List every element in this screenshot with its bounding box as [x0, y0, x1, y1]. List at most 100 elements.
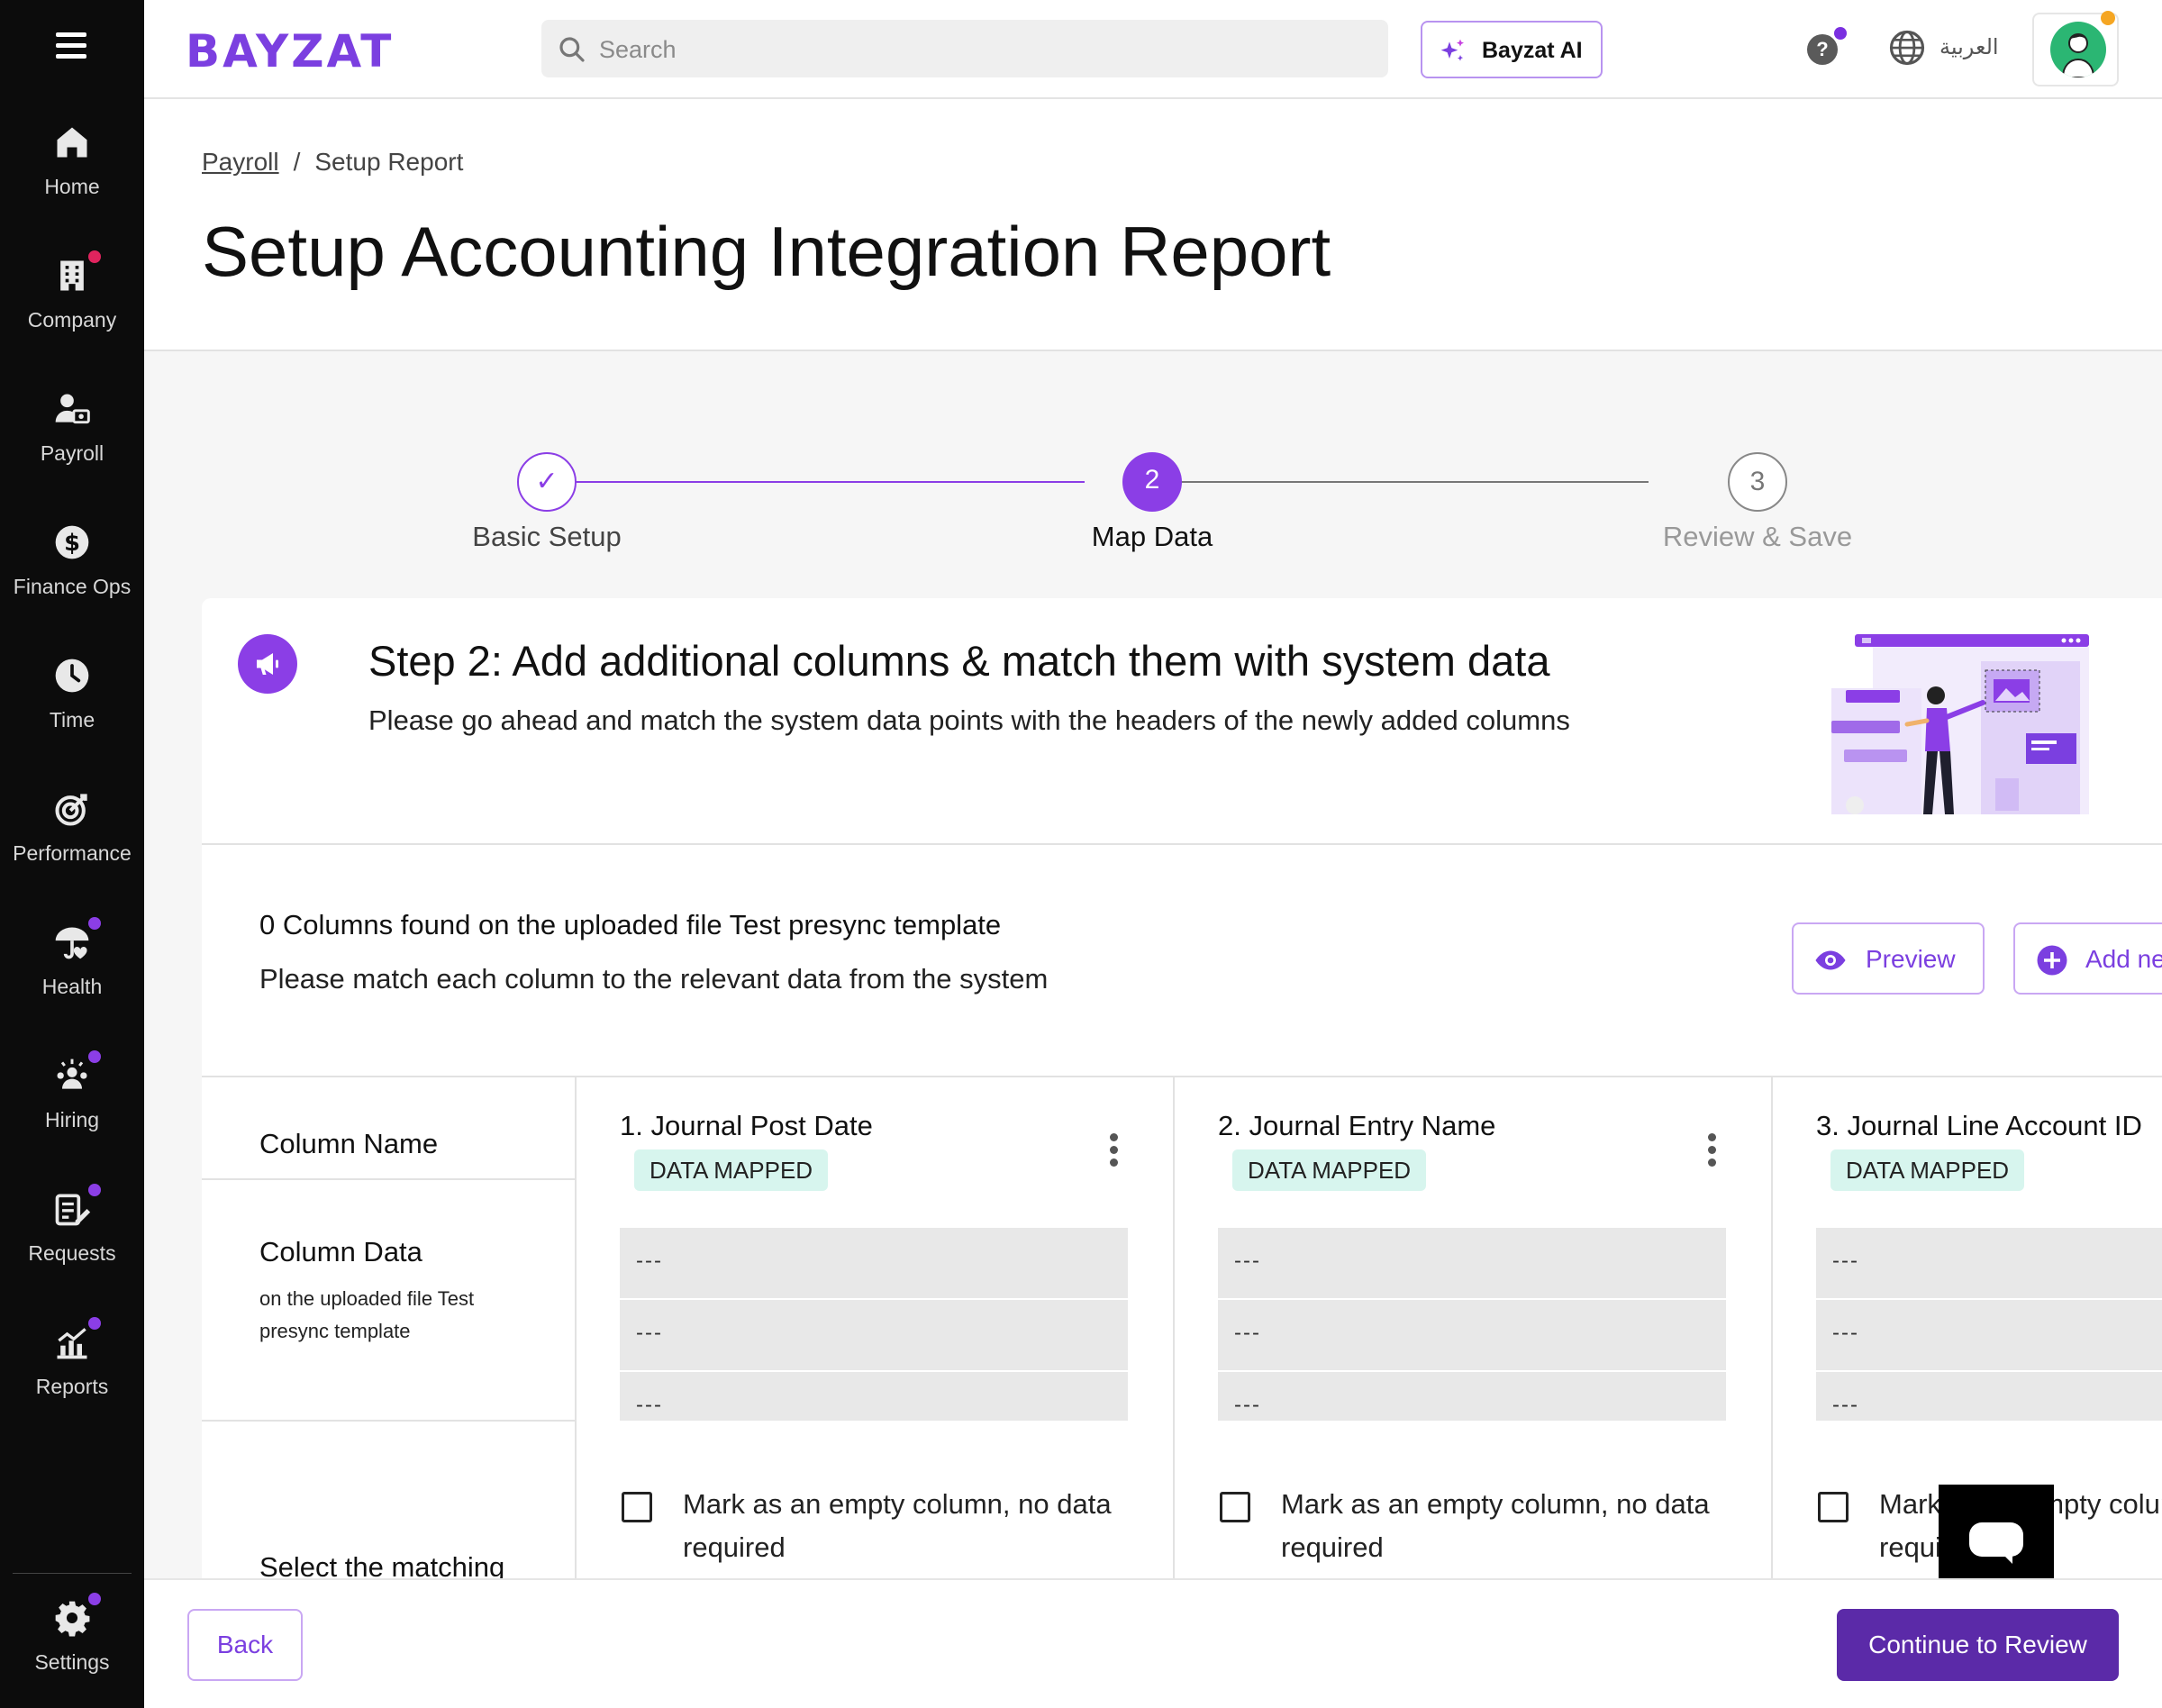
mapping-card: Step 2: Add additional columns & match t…	[202, 598, 2162, 1578]
chat-bubble-icon	[1969, 1522, 2023, 1564]
sidebar-divider	[13, 1573, 132, 1574]
gear-icon	[52, 1593, 101, 1638]
sidebar-item-home[interactable]: Home	[0, 123, 144, 199]
notification-dot	[88, 250, 101, 263]
sidebar-item-payroll[interactable]: Payroll	[0, 389, 144, 466]
stepper-line-pending	[1144, 481, 1649, 483]
step-2-number: 2	[1122, 452, 1182, 512]
sidebar-item-label: Hiring	[44, 1108, 100, 1131]
target-icon	[52, 789, 92, 829]
step-1-label: Basic Setup	[472, 521, 622, 552]
step-title: Step 2: Add additional columns & match t…	[368, 637, 1550, 685]
notification-dot	[88, 1184, 101, 1196]
mapping-column-title: 3. Journal Line Account ID	[1816, 1110, 2142, 1141]
sidebar-item-health[interactable]: Health	[0, 917, 144, 999]
search-placeholder: Search	[599, 36, 677, 63]
sidebar-item-label: Performance	[13, 841, 132, 865]
add-new-column-button[interactable]: Add ne	[2013, 922, 2162, 995]
user-menu[interactable]	[2032, 11, 2119, 86]
help-icon[interactable]: ?	[1807, 27, 1847, 65]
bayzat-ai-button[interactable]: Bayzat AI	[1421, 21, 1603, 78]
mapping-column-title: 1. Journal Post Date	[620, 1110, 873, 1141]
step-description: Please go ahead and match the system dat…	[368, 704, 1570, 736]
notification-dot	[88, 1593, 101, 1605]
back-button[interactable]: Back	[187, 1609, 303, 1681]
stepper-line-complete	[550, 481, 1085, 483]
preview-label: Preview	[1866, 945, 1956, 973]
column-data-cells: --- --- ---	[1816, 1228, 2162, 1421]
sidebar-item-label: Home	[44, 175, 100, 198]
step-1-check-icon: ✓	[517, 452, 577, 512]
more-options-icon[interactable]	[1708, 1133, 1719, 1171]
sidebar-item-settings[interactable]: Settings	[0, 1593, 144, 1675]
language-switch[interactable]: العربية	[1939, 34, 1999, 60]
globe-icon[interactable]	[1888, 29, 1926, 67]
sidebar-item-label: Requests	[28, 1241, 116, 1265]
mapping-column-title: 2. Journal Entry Name	[1218, 1110, 1496, 1141]
sidebar-item-finance-ops[interactable]: $ Finance Ops	[0, 522, 144, 599]
sidebar-item-performance[interactable]: Performance	[0, 789, 144, 866]
search-icon	[559, 37, 585, 62]
payroll-icon	[52, 389, 92, 429]
breadcrumb-payroll-link[interactable]: Payroll	[202, 148, 279, 176]
step-3-label: Review & Save	[1662, 521, 1853, 552]
column-data-cells: --- --- ---	[620, 1228, 1128, 1421]
breadcrumb-separator: /	[293, 148, 301, 176]
status-badge: DATA MAPPED	[1232, 1149, 1427, 1191]
notification-dot	[88, 917, 101, 930]
clipboard-edit-icon	[52, 1184, 101, 1229]
sidebar-item-company[interactable]: Company	[0, 250, 144, 332]
preview-button[interactable]: Preview	[1792, 922, 1985, 995]
sidebar-item-label: Company	[27, 308, 117, 332]
top-bar: BAYZAT Search Bayzat AI ? العربية	[144, 0, 2162, 99]
empty-column-checkbox[interactable]	[1818, 1492, 1849, 1522]
dollar-icon: $	[52, 522, 92, 562]
sidebar: Home Company Payroll $ Finance Ops Time …	[0, 0, 144, 1708]
chart-icon	[52, 1317, 101, 1362]
people-icon	[52, 1050, 101, 1095]
data-cell: ---	[1218, 1300, 1726, 1372]
status-badge: DATA MAPPED	[634, 1149, 829, 1191]
sidebar-item-time[interactable]: Time	[0, 656, 144, 732]
columns-found-title: 0 Columns found on the uploaded file Tes…	[259, 909, 1002, 940]
empty-column-checkbox[interactable]	[622, 1492, 652, 1522]
mapping-column: 2. Journal Entry Name DATA MAPPED --- --…	[1176, 1077, 1773, 1578]
data-cell: ---	[620, 1228, 1128, 1300]
column-name-label: Column Name	[259, 1128, 439, 1159]
data-cell: ---	[620, 1372, 1128, 1421]
data-cell: ---	[620, 1300, 1128, 1372]
bayzat-logo[interactable]: BAYZAT	[186, 25, 394, 77]
sidebar-item-hiring[interactable]: Hiring	[0, 1050, 144, 1132]
more-options-icon[interactable]	[1110, 1133, 1121, 1171]
footer-bar: Back Continue to Review	[144, 1578, 2162, 1708]
columns-instruction: Please match each column to the relevant…	[259, 963, 1049, 995]
column-data-label: Column Data	[259, 1236, 422, 1267]
empty-column-label[interactable]: Mark as an empty column, no data require…	[683, 1483, 1133, 1569]
continue-to-review-button[interactable]: Continue to Review	[1837, 1609, 2119, 1681]
menu-icon[interactable]	[56, 32, 86, 65]
building-icon	[52, 250, 101, 295]
umbrella-heart-icon	[52, 917, 101, 962]
mapping-column: 1. Journal Post Date DATA MAPPED --- ---…	[578, 1077, 1175, 1578]
data-cell: ---	[1218, 1228, 1726, 1300]
sidebar-item-reports[interactable]: Reports	[0, 1317, 144, 1399]
row-divider	[202, 1420, 577, 1422]
svg-text:$: $	[64, 530, 80, 557]
sidebar-item-requests[interactable]: Requests	[0, 1184, 144, 1266]
data-cell: ---	[1816, 1228, 2162, 1300]
status-dot	[2101, 11, 2115, 25]
data-cell: ---	[1816, 1372, 2162, 1421]
add-new-label: Add ne	[2085, 945, 2162, 973]
data-cell: ---	[1218, 1372, 1726, 1421]
row-divider	[202, 1178, 577, 1180]
breadcrumb: Payroll / Setup Report	[202, 148, 463, 177]
card-divider	[202, 843, 2162, 845]
sparkle-icon	[1440, 39, 1464, 61]
empty-column-label[interactable]: Mark as an empty column, no data require…	[1281, 1483, 1731, 1569]
bayzat-ai-label: Bayzat AI	[1482, 38, 1583, 63]
eye-icon	[1815, 950, 1846, 970]
page-title: Setup Accounting Integration Report	[202, 212, 1331, 291]
empty-column-checkbox[interactable]	[1220, 1492, 1250, 1522]
search-input[interactable]: Search	[541, 20, 1388, 77]
column-data-sublabel: on the uploaded file Test presync templa…	[259, 1287, 475, 1342]
